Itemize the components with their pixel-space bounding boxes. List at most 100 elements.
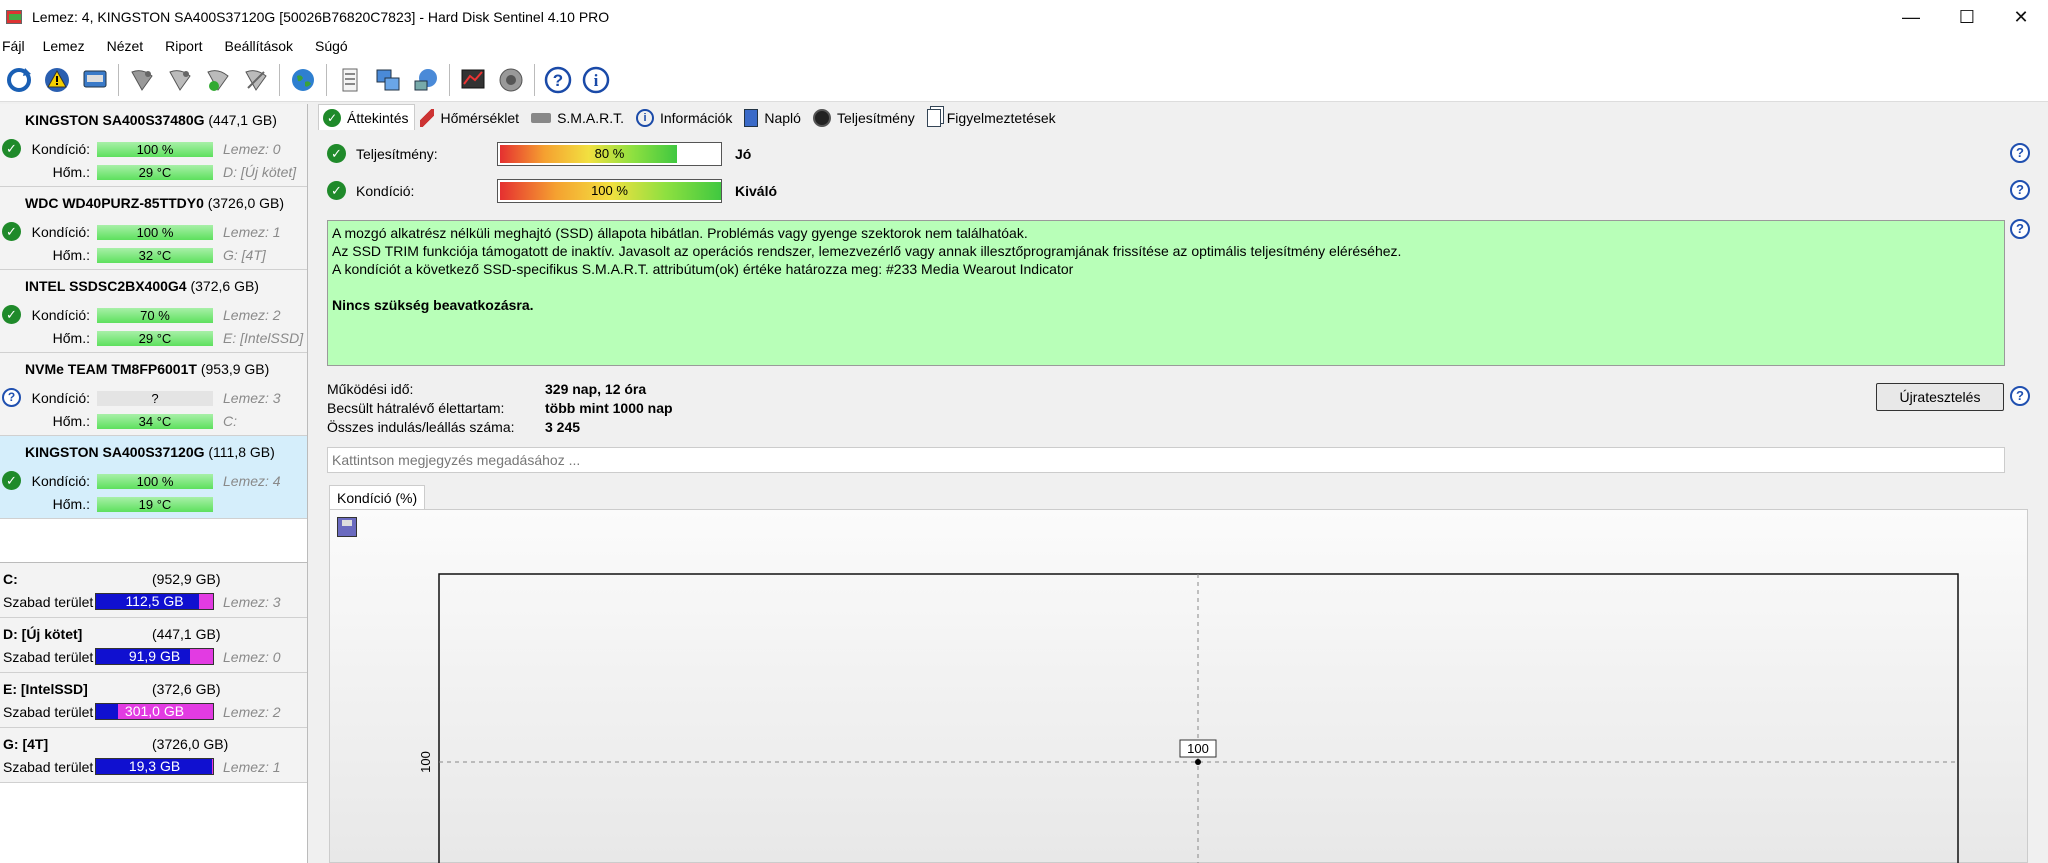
- condition-help-icon[interactable]: ?: [2010, 180, 2030, 200]
- check-icon: ✓: [2, 139, 21, 158]
- message-line: A mozgó alkatrész nélküli meghajtó (SSD)…: [332, 225, 1028, 241]
- volume-size: (447,1 GB): [152, 626, 221, 642]
- menu-help[interactable]: Súgó: [315, 38, 348, 54]
- network-icon: [414, 68, 437, 90]
- volume-usage-bar: 112,5 GB: [95, 593, 214, 610]
- message-help-icon[interactable]: ?: [2010, 219, 2030, 239]
- app-icon: [6, 8, 24, 26]
- check-icon: ✓: [2, 222, 21, 241]
- disk-condition-row: ✓ Kondíció: 70 % Lemez: 2: [0, 304, 308, 326]
- disk-size: (447,1 GB): [208, 112, 277, 128]
- performance-button[interactable]: [456, 63, 490, 97]
- volume-name: C:: [3, 571, 18, 587]
- volume-size: (952,9 GB): [152, 571, 221, 587]
- tab-performance[interactable]: Teljesítmény: [807, 106, 922, 130]
- volume-free-value: 112,5 GB: [125, 593, 184, 609]
- document-icon: [744, 109, 759, 127]
- toolbar-separator: [534, 63, 535, 96]
- tab-info[interactable]: i Információk: [630, 106, 740, 130]
- about-button[interactable]: i: [579, 63, 613, 97]
- volume-free-value: 19,3 GB: [128, 758, 181, 774]
- lifetime-label: Becsült hátralévő élettartam:: [327, 400, 505, 416]
- condition-rating: Kiváló: [735, 183, 778, 199]
- test-button-4[interactable]: [239, 63, 273, 97]
- disk-item[interactable]: NVMe TEAM TM8FP6001T (953,9 GB) ? Kondíc…: [0, 353, 307, 436]
- disk-condition-bar: 100 %: [97, 473, 213, 489]
- retest-button[interactable]: Újratesztelés: [1876, 383, 2004, 411]
- volume-free-label: Szabad terület: [3, 649, 94, 665]
- test-button-1[interactable]: [125, 63, 159, 97]
- menu-settings[interactable]: Beállítások: [225, 38, 293, 54]
- disk-item[interactable]: KINGSTON SA400S37480G (447,1 GB) ✓ Kondí…: [0, 104, 307, 187]
- tab-temperature[interactable]: Hőmérséklet: [415, 106, 527, 130]
- satellite-icon: [245, 69, 267, 91]
- test-button-3[interactable]: [201, 63, 235, 97]
- network-icon: [376, 69, 400, 90]
- condition-bar: 100 %: [497, 179, 722, 203]
- volume-usage-bar: 19,3 GB: [95, 758, 214, 775]
- note-input[interactable]: Kattintson megjegyzés megadásához ...: [327, 447, 2005, 473]
- disk-title: KINGSTON SA400S37480G (447,1 GB): [25, 112, 277, 128]
- save-icon[interactable]: [337, 517, 357, 537]
- tab-info-label: Információk: [659, 110, 733, 126]
- maximize-button[interactable]: ☐: [1938, 0, 1996, 34]
- volume-free-label: Szabad terület: [3, 594, 94, 610]
- volume-name: G: [4T]: [3, 736, 49, 752]
- menu-report[interactable]: Riport: [165, 38, 202, 54]
- disk-temp-row: Hőm.: 32 °C G: [4T]: [0, 244, 308, 266]
- disk-condition-label: Kondíció:: [31, 141, 90, 157]
- report-button[interactable]: [333, 63, 367, 97]
- disk-temp-bar: 32 °C: [97, 247, 213, 263]
- volume-size: (3726,0 GB): [152, 736, 229, 752]
- disk-volume: G: [4T]: [223, 247, 266, 263]
- svg-text:?: ?: [553, 71, 563, 90]
- retest-help-icon[interactable]: ?: [2010, 386, 2030, 406]
- help-button[interactable]: ?: [541, 63, 575, 97]
- volume-item[interactable]: E: [IntelSSD] (372,6 GB) Szabad terület …: [0, 673, 307, 728]
- disk-item[interactable]: WDC WD40PURZ-85TTDY0 (3726,0 GB) ✓ Kondí…: [0, 187, 307, 270]
- disk-temp-label: Hőm.:: [52, 413, 90, 429]
- alert-button[interactable]: [40, 63, 74, 97]
- disk-volume: D: [Új kötet]: [223, 164, 297, 180]
- close-button[interactable]: ✕: [1992, 0, 2048, 34]
- tab-log[interactable]: Napló: [739, 106, 808, 130]
- performance-help-icon[interactable]: ?: [2010, 143, 2030, 163]
- volume-item[interactable]: G: [4T] (3726,0 GB) Szabad terület 19,3 …: [0, 728, 307, 783]
- svg-text:i: i: [594, 71, 599, 90]
- sound-button[interactable]: [494, 63, 528, 97]
- disk-item[interactable]: KINGSTON SA400S37120G (111,8 GB) ✓ Kondí…: [0, 436, 307, 519]
- network-button[interactable]: [409, 63, 443, 97]
- send-button[interactable]: [371, 63, 405, 97]
- smart-icon: [531, 113, 552, 123]
- chart-tab-condition[interactable]: Kondíció (%): [329, 485, 426, 510]
- volume-item[interactable]: D: [Új kötet] (447,1 GB) Szabad terület …: [0, 618, 307, 673]
- chart-icon: [461, 69, 485, 88]
- disk-item[interactable]: INTEL SSDSC2BX400G4 (372,6 GB) ✓ Kondíci…: [0, 270, 307, 353]
- condition-value: 100 %: [591, 183, 628, 198]
- disk-model: NVMe TEAM TM8FP6001T: [25, 361, 197, 377]
- test-button-2[interactable]: [163, 63, 197, 97]
- minimize-button[interactable]: —: [1882, 0, 1940, 34]
- menu-bar: Fájl Lemez Nézet Riport Beállítások Súgó: [0, 34, 2048, 58]
- volume-usage-bar: 301,0 GB: [95, 703, 214, 720]
- volume-usage-bar: 91,9 GB: [95, 648, 214, 665]
- tab-overview[interactable]: ✓ Áttekintés: [318, 104, 416, 130]
- menu-view[interactable]: Nézet: [107, 38, 144, 54]
- toolbar: ? i: [0, 58, 2048, 102]
- tab-alerts[interactable]: Figyelmeztetések: [921, 106, 1063, 130]
- uptime-label: Működési idő:: [327, 381, 414, 397]
- toolbar-separator: [118, 63, 119, 96]
- check-icon: ✓: [2, 471, 21, 490]
- disk-temp-label: Hőm.:: [52, 330, 90, 346]
- menu-disk[interactable]: Lemez: [43, 38, 85, 54]
- volume-disk-index: Lemez: 2: [223, 704, 281, 720]
- volume-item[interactable]: C: (952,9 GB) Szabad terület 112,5 GB Le…: [0, 563, 307, 618]
- web-button[interactable]: [286, 63, 320, 97]
- menu-file[interactable]: Fájl: [2, 38, 25, 54]
- disk-size: (3726,0 GB): [207, 195, 285, 211]
- thermometer-icon: [420, 109, 435, 127]
- tab-overview-label: Áttekintés: [347, 109, 409, 126]
- tab-smart[interactable]: S.M.A.R.T.: [526, 106, 631, 130]
- refresh-button[interactable]: [2, 63, 36, 97]
- disk-button[interactable]: [78, 63, 112, 97]
